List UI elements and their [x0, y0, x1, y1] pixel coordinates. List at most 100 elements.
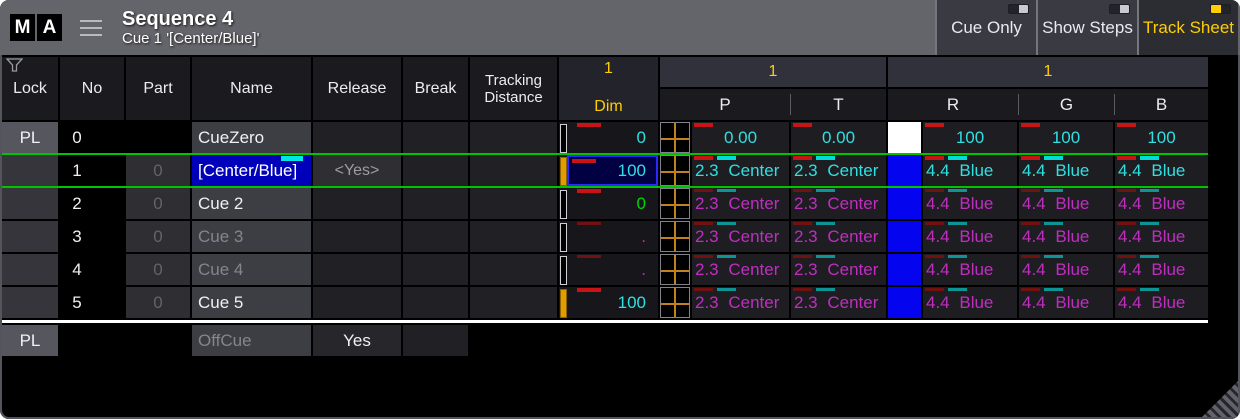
- color-swatch[interactable]: [888, 287, 921, 318]
- pan-cell[interactable]: 0.00: [692, 122, 789, 153]
- lock-cell[interactable]: [2, 221, 58, 252]
- pan-tilt-group-header[interactable]: 1: [660, 57, 886, 87]
- tracking-distance-cell[interactable]: [470, 122, 557, 153]
- tracking-distance-cell[interactable]: [470, 188, 557, 219]
- tilt-cell[interactable]: 2.3 Center: [791, 254, 886, 285]
- lock-cell[interactable]: PL: [2, 122, 58, 153]
- dim-cell[interactable]: 0: [559, 122, 658, 153]
- crosshair-icon[interactable]: [660, 155, 690, 186]
- red-cell[interactable]: 4.4 Blue: [923, 188, 1017, 219]
- column-header-release[interactable]: Release: [313, 57, 401, 120]
- cue-name-cell[interactable]: [Center/Blue]: [192, 155, 311, 186]
- release-cell[interactable]: [313, 287, 401, 318]
- column-header-break[interactable]: Break: [403, 57, 468, 120]
- release-cell[interactable]: [313, 254, 401, 285]
- blue-cell[interactable]: 4.4 Blue: [1115, 155, 1208, 186]
- color-swatch[interactable]: [888, 188, 921, 219]
- release-cell[interactable]: [313, 221, 401, 252]
- crosshair-icon[interactable]: [660, 254, 690, 285]
- pan-cell[interactable]: 2.3 Center: [692, 155, 789, 186]
- blue-cell[interactable]: 4.4 Blue: [1115, 188, 1208, 219]
- column-header-green[interactable]: G: [1019, 89, 1114, 120]
- lock-cell[interactable]: [2, 254, 58, 285]
- track-sheet-toggle[interactable]: Track Sheet: [1137, 0, 1238, 55]
- blue-cell[interactable]: 4.4 Blue: [1115, 221, 1208, 252]
- show-steps-toggle[interactable]: Show Steps: [1036, 0, 1137, 55]
- part-cell[interactable]: 0: [126, 221, 190, 252]
- release-cell[interactable]: <Yes>: [313, 155, 401, 186]
- pan-cell[interactable]: 2.3 Center: [692, 221, 789, 252]
- green-cell[interactable]: 4.4 Blue: [1019, 188, 1113, 219]
- cue-name-cell[interactable]: Cue 2: [192, 188, 311, 219]
- color-swatch[interactable]: [888, 254, 921, 285]
- ma-logo-icon[interactable]: M A: [10, 14, 62, 41]
- pan-cell[interactable]: 2.3 Center: [692, 254, 789, 285]
- cue-number-cell[interactable]: 4: [60, 254, 124, 285]
- column-header-blue[interactable]: B: [1115, 89, 1208, 120]
- break-cell[interactable]: [403, 254, 468, 285]
- cue-number-cell[interactable]: 5: [60, 287, 124, 318]
- part-cell[interactable]: 0: [126, 254, 190, 285]
- titlebar[interactable]: M A Sequence 4 Cue 1 '[Center/Blue]' Cue…: [0, 0, 1240, 55]
- red-cell[interactable]: 4.4 Blue: [923, 287, 1017, 318]
- tilt-cell[interactable]: 0.00: [791, 122, 886, 153]
- break-cell[interactable]: [403, 188, 468, 219]
- blue-cell[interactable]: 100: [1115, 122, 1208, 153]
- dim-cell-selected[interactable]: 100: [559, 155, 658, 186]
- color-swatch[interactable]: [888, 221, 921, 252]
- break-cell[interactable]: [403, 122, 468, 153]
- red-cell[interactable]: 4.4 Blue: [923, 254, 1017, 285]
- break-cell[interactable]: [403, 325, 468, 356]
- cue-name-cell[interactable]: Cue 4: [192, 254, 311, 285]
- green-cell[interactable]: 100: [1019, 122, 1113, 153]
- green-cell[interactable]: 4.4 Blue: [1019, 287, 1113, 318]
- tracking-distance-cell[interactable]: [470, 155, 557, 186]
- blue-cell[interactable]: 4.4 Blue: [1115, 287, 1208, 318]
- cue-name-cell[interactable]: Cue 5: [192, 287, 311, 318]
- cue-name-cell[interactable]: Cue 3: [192, 221, 311, 252]
- crosshair-icon[interactable]: [660, 122, 690, 153]
- column-header-name[interactable]: Name: [192, 57, 311, 120]
- cue-number-cell[interactable]: 3: [60, 221, 124, 252]
- release-cell[interactable]: [313, 188, 401, 219]
- dim-cell[interactable]: 0: [559, 188, 658, 219]
- tilt-cell[interactable]: 2.3 Center: [791, 221, 886, 252]
- dim-cell[interactable]: 100: [559, 287, 658, 318]
- column-header-part[interactable]: Part: [126, 57, 190, 120]
- tilt-cell[interactable]: 2.3 Center: [791, 287, 886, 318]
- crosshair-icon[interactable]: [660, 188, 690, 219]
- tracking-distance-cell[interactable]: [470, 221, 557, 252]
- tracking-distance-cell[interactable]: [470, 287, 557, 318]
- rgb-group-header[interactable]: 1: [888, 57, 1208, 87]
- column-header-tilt[interactable]: T: [791, 89, 886, 120]
- cue-number-cell[interactable]: 2: [60, 188, 124, 219]
- part-cell[interactable]: 0: [126, 155, 190, 186]
- green-cell[interactable]: 4.4 Blue: [1019, 221, 1113, 252]
- dim-cell[interactable]: .: [559, 221, 658, 252]
- tracking-distance-cell[interactable]: [470, 254, 557, 285]
- part-cell[interactable]: 0: [126, 287, 190, 318]
- red-cell[interactable]: 4.4 Blue: [923, 221, 1017, 252]
- break-cell[interactable]: [403, 221, 468, 252]
- column-header-dim[interactable]: 1 Dim: [559, 57, 658, 120]
- cue-only-toggle[interactable]: Cue Only: [935, 0, 1036, 55]
- cue-number-cell[interactable]: 1: [60, 155, 124, 186]
- cue-name-cell[interactable]: CueZero: [192, 122, 311, 153]
- green-cell[interactable]: 4.4 Blue: [1019, 155, 1113, 186]
- break-cell[interactable]: [403, 155, 468, 186]
- lock-cell[interactable]: PL: [2, 325, 58, 356]
- pan-cell[interactable]: 2.3 Center: [692, 188, 789, 219]
- green-cell[interactable]: 4.4 Blue: [1019, 254, 1113, 285]
- column-header-pan[interactable]: P: [660, 89, 790, 120]
- lock-cell[interactable]: [2, 188, 58, 219]
- crosshair-icon[interactable]: [660, 287, 690, 318]
- color-swatch[interactable]: [888, 155, 921, 186]
- red-cell[interactable]: 4.4 Blue: [923, 155, 1017, 186]
- crosshair-icon[interactable]: [660, 221, 690, 252]
- lock-cell[interactable]: [2, 287, 58, 318]
- resize-handle-icon[interactable]: [1202, 381, 1238, 417]
- list-icon[interactable]: [80, 20, 102, 36]
- red-cell[interactable]: 100: [923, 122, 1017, 153]
- cue-number-cell[interactable]: 0: [60, 122, 124, 153]
- lock-cell[interactable]: [2, 155, 58, 186]
